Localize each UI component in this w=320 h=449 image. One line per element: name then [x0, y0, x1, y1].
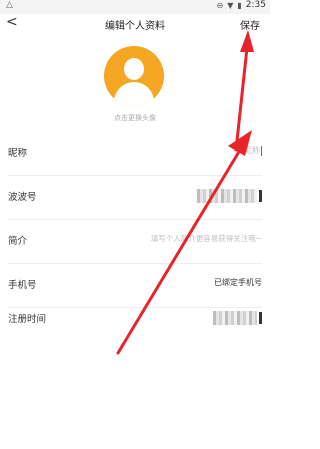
annotation-arrows — [116, 30, 254, 355]
arrow-to-nickname — [116, 130, 252, 355]
